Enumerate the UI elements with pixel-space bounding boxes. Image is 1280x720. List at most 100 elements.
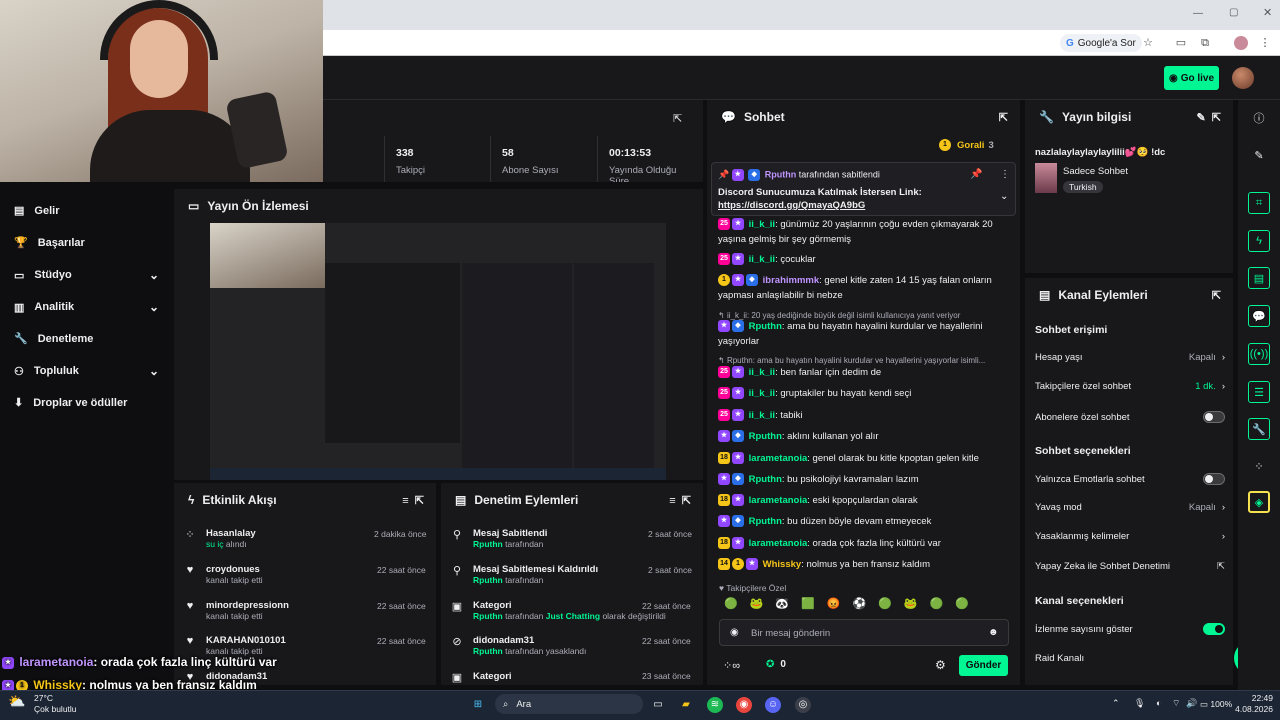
discord-link[interactable]: https://discord.gg/QmayaQA9bG [718, 200, 865, 211]
discord-icon[interactable]: ☺ [765, 697, 781, 713]
notes-icon[interactable]: ▤ [1248, 267, 1270, 289]
tag-chip[interactable]: Turkish [1063, 181, 1103, 193]
broadcast-icon[interactable]: ((•)) [1248, 343, 1270, 365]
emote-icon[interactable]: 🟢 [955, 597, 969, 615]
reply-icon: ↰ [718, 356, 725, 365]
menu-icon[interactable]: ⋮ [1258, 36, 1272, 50]
subs-only-row[interactable]: Abonelere özel sohbet [1035, 411, 1225, 423]
ai-moderation-row[interactable]: Yapay Zeka ile Sohbet Denetimi ⇱ [1035, 561, 1225, 572]
emote-icon[interactable]: 🐸 [904, 597, 918, 615]
emote-icon[interactable]: 😡 [827, 597, 841, 615]
pin-icon: ⚲ [452, 529, 462, 541]
slow-mode-row[interactable]: Yavaş mod Kapalı › [1035, 502, 1225, 513]
stream-info-header: 🔧 Yayın bilgisi ✎ ⇱ [1039, 110, 1221, 124]
popout-icon[interactable]: ⇱ [673, 112, 682, 125]
category-name[interactable]: Sadece Sohbet [1063, 166, 1128, 177]
chat-icon[interactable]: 💬 [1248, 305, 1270, 327]
account-age-row[interactable]: Hesap yaşı Kapalı › [1035, 352, 1225, 363]
pinned-message[interactable]: 📌 ★ ◆ Rputhn tarafından sabitlendi 📌 ⋮ D… [711, 162, 1016, 216]
settings-icon[interactable]: ⚙ [935, 658, 946, 672]
emote-icon[interactable]: 🐼 [775, 597, 789, 615]
clock[interactable]: 22:49 4.08.2026 [1233, 693, 1273, 715]
category-thumbnail[interactable] [1035, 163, 1057, 193]
pen-icon[interactable]: ✎ [1248, 144, 1270, 166]
extensions-icon[interactable]: ⧉ [1198, 36, 1212, 50]
edit-icon[interactable]: ✎ ⇱ [1196, 111, 1221, 124]
goral-points[interactable]: 1 Gorali 3 [939, 139, 994, 151]
task-view-icon[interactable]: ▭ [650, 697, 666, 713]
weather-icon[interactable]: ⛅ [8, 693, 25, 710]
emote-only-toggle[interactable] [1203, 473, 1225, 485]
screen-icon[interactable]: ▭ [1174, 36, 1188, 50]
emoji-icon[interactable]: ☻ [988, 627, 999, 638]
maximize-icon[interactable]: ▢ [1229, 7, 1238, 18]
unpin-icon[interactable]: 📌 [970, 169, 982, 180]
timestamp: 23 saat önce [642, 671, 691, 681]
stream-info-panel: 🔧 Yayın bilgisi ✎ ⇱ nazlalaylaylaylaylil… [1025, 100, 1233, 273]
sidebar-item-community[interactable]: ⚇ Topluluk ⌄ [14, 364, 159, 378]
emote-row[interactable]: 🟢 🐸 🐼 🟩 😡 ⚽ 🟢 🐸 🟢 🟢 [724, 597, 1009, 615]
list-icon[interactable]: ☰ [1248, 381, 1270, 403]
emote-icon[interactable]: 🟢 [930, 597, 944, 615]
channel-points-icon[interactable]: ⁘∞ [723, 659, 740, 672]
info-icon[interactable]: ⓘ [1248, 107, 1270, 129]
user-avatar[interactable] [1232, 67, 1254, 89]
view-count-toggle[interactable] [1203, 623, 1225, 635]
more-icon[interactable]: ⋮ [1000, 169, 1010, 180]
spotify-icon[interactable]: ≋ [707, 697, 723, 713]
emote-icon[interactable]: 🐸 [750, 597, 764, 615]
send-button[interactable]: Gönder [959, 655, 1008, 676]
filter-icon[interactable]: ≡ ⇱ [669, 494, 691, 507]
followers-only-row[interactable]: Takipçilere özel sohbet 1 dk. › [1035, 381, 1225, 392]
subs-only-toggle[interactable] [1203, 411, 1225, 423]
emote-icon[interactable]: 🟢 [878, 597, 892, 615]
emote-only-row[interactable]: Yalnızca Emotlarla sohbet [1035, 473, 1225, 485]
minimize-icon[interactable]: — [1193, 8, 1203, 19]
wifi-icon[interactable]: ⌔ [1172, 698, 1180, 709]
sidebar-item-drops[interactable]: ⬇ Droplar ve ödüller [14, 396, 159, 410]
chevron-down-icon[interactable]: ⌄ [1000, 191, 1008, 202]
points-icon[interactable]: ⁘ [1248, 455, 1270, 477]
sidebar-item-analytics[interactable]: ▥ Analitik ⌄ [14, 300, 159, 314]
sidebar-item-moderation[interactable]: 🔧 Denetleme [14, 332, 159, 346]
sidebar-item-achievements[interactable]: 🏆 Başarılar [14, 236, 159, 250]
mic-icon[interactable]: 🎙 [1134, 698, 1145, 709]
stream-preview-video[interactable] [210, 223, 666, 480]
blocked-terms-row[interactable]: Yasaklanmış kelimeler › [1035, 531, 1225, 542]
points-display[interactable]: ✪ 0 [766, 659, 786, 670]
volume-icon[interactable]: 🔊 [1186, 698, 1197, 709]
folder-icon[interactable]: ▰ [678, 697, 694, 713]
profile-avatar[interactable] [1234, 36, 1248, 50]
tray-chevron-icon[interactable]: ⌃ [1112, 698, 1120, 709]
sidebar-item-studio[interactable]: ▭ Stüdyo ⌄ [14, 268, 159, 282]
pinned-header: 📌 ★ ◆ Rputhn tarafından sabitlendi [718, 169, 880, 181]
sub-badge: 25 [718, 387, 730, 400]
obs-icon[interactable]: ◎ [795, 697, 811, 713]
google-ask-button[interactable]: G Google'a Sor [1060, 34, 1142, 52]
badge-icon[interactable]: ◉ [730, 627, 739, 638]
weather-widget[interactable]: 27°C Çok bulutlu [34, 693, 77, 715]
emote-icon[interactable]: 🟩 [801, 597, 815, 615]
sidebar-item-revenue[interactable]: ▤ Gelir [14, 204, 159, 218]
go-live-button[interactable]: ◉ Go live [1164, 66, 1219, 90]
bolt-icon[interactable]: ϟ [1248, 230, 1270, 252]
clip-icon[interactable]: ⌗ [1248, 192, 1270, 214]
taskbar-search[interactable]: ⌕ Ara [495, 694, 643, 714]
chat-message: 25 ★ ii_k_ii: çocuklar [718, 252, 1008, 267]
wrench-icon[interactable]: 🔧 [1248, 418, 1270, 440]
emote-icon[interactable]: ⚽ [853, 597, 867, 615]
view-count-row[interactable]: İzlenme sayısını göster [1035, 623, 1225, 635]
chat-input[interactable]: ◉ Bir mesaj gönderin ☻ [719, 619, 1009, 646]
popout-icon[interactable]: ⇱ [999, 111, 1008, 124]
tray-app-icon[interactable]: ◐ [1156, 698, 1161, 708]
star-icon[interactable]: ☆ [1141, 36, 1155, 50]
filter-icon[interactable]: ≡ ⇱ [402, 494, 424, 507]
emote-icon[interactable]: 🟢 [724, 597, 738, 615]
popout-icon[interactable]: ⇱ [1212, 289, 1221, 302]
chrome-icon[interactable]: ◉ [736, 697, 752, 713]
battery-indicator[interactable]: ▭ 100% [1200, 699, 1232, 710]
close-icon[interactable]: ✕ [1263, 6, 1272, 19]
tag-icon[interactable]: ◈ [1248, 491, 1270, 513]
raid-row[interactable]: Raid Kanalı [1035, 653, 1225, 664]
windows-start-icon[interactable]: ⊞ [470, 697, 486, 713]
